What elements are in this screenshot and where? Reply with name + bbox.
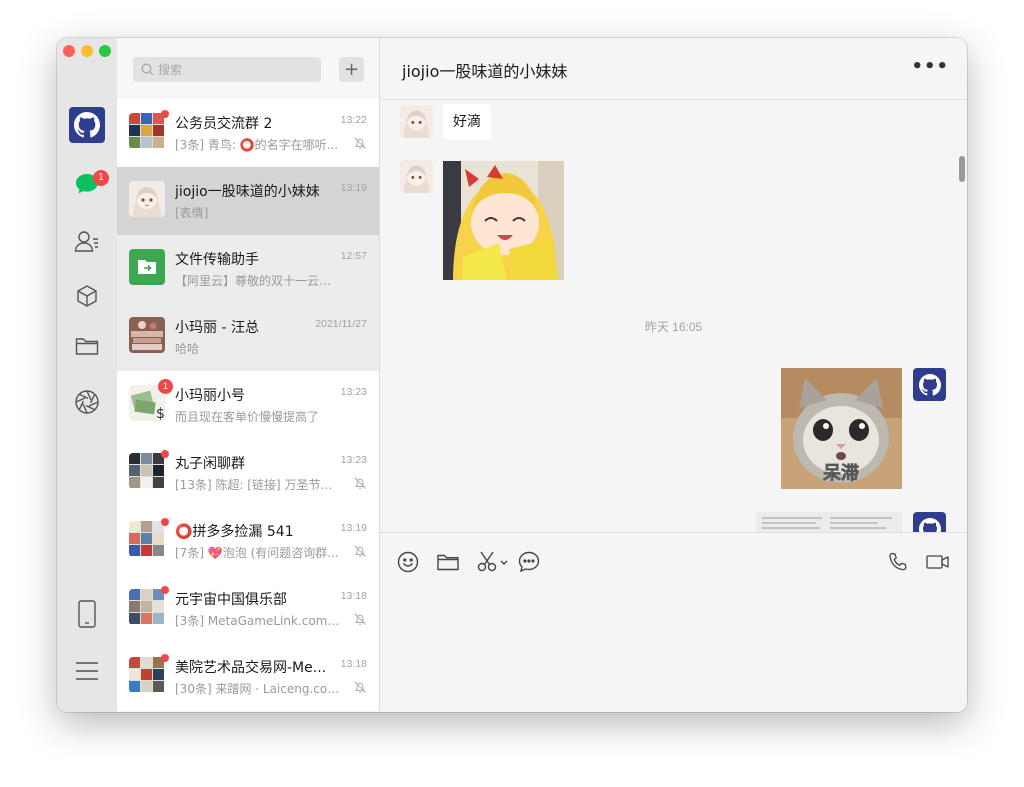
bell-off-icon <box>354 477 366 489</box>
chat-time: 13:19 <box>340 182 367 194</box>
document-image-message[interactable] <box>756 512 902 532</box>
bell-off-icon <box>354 545 366 557</box>
unread-dot <box>161 450 169 458</box>
chat-time: 13:19 <box>340 522 367 534</box>
sender-avatar[interactable] <box>400 160 433 193</box>
bell-off-icon <box>354 681 366 693</box>
chat-preview: [表情] <box>175 206 209 220</box>
chat-list: 搜索 + 公务员交流群 2 13:22 [3条] 青鸟: ⭕的名字在哪听... … <box>117 38 380 712</box>
cat-sticker-image[interactable]: 呆滞 <box>781 368 902 489</box>
bell-off-icon <box>354 137 366 149</box>
add-chat-button[interactable]: + <box>339 57 364 82</box>
github-avatar-icon[interactable] <box>913 512 946 532</box>
unread-dot <box>161 518 169 526</box>
chat-list-item[interactable]: 元宇宙中国俱乐部 13:18 [3条] MetaGameLink.com: nf… <box>117 575 379 643</box>
composer-area[interactable] <box>380 532 967 712</box>
chat-list-item[interactable]: ⭕拼多多捡漏 541 13:19 [7条] 💖泡泡 (有问题咨询群... <box>117 507 379 575</box>
contact-avatar <box>129 317 165 353</box>
message-scrollbar[interactable] <box>959 156 965 182</box>
svg-text:$: $ <box>156 406 165 421</box>
github-avatar-icon[interactable] <box>913 368 946 401</box>
chat-time: 13:18 <box>340 590 367 602</box>
chat-list-item[interactable]: 公务员交流群 2 13:22 [3条] 青鸟: ⭕的名字在哪听... <box>117 99 379 167</box>
group-avatar <box>129 657 165 693</box>
conversation-panel: jiojio一股味道的小妹妹 ••• 好滴 昨天 16:05 呆滞 <box>380 38 967 712</box>
chat-name: 小玛丽小号 <box>175 388 245 404</box>
chat-list-item[interactable]: 美院艺术品交易网-Me... 13:18 [30条] 来蹭网 · Laiceng… <box>117 643 379 711</box>
aperture-icon[interactable] <box>74 389 100 415</box>
contacts-icon[interactable] <box>74 228 100 254</box>
chat-time: 13:22 <box>340 114 367 126</box>
bell-off-icon <box>354 613 366 625</box>
message-icon[interactable] <box>517 550 541 574</box>
chat-list-item-selected[interactable]: jiojio一股味道的小妹妹 13:19 [表情] <box>117 167 379 235</box>
message-timestamp: 昨天 16:05 <box>644 320 703 334</box>
scissors-icon[interactable] <box>477 550 511 574</box>
chat-list-item[interactable]: 丸子闲聊群 13:23 [13条] 陈超: [链接] 万圣节头... <box>117 439 379 507</box>
cube-icon[interactable] <box>74 283 100 309</box>
chat-name: ⭕拼多多捡漏 541 <box>175 524 294 540</box>
video-icon[interactable] <box>926 550 950 574</box>
unread-dot <box>161 110 169 118</box>
group-avatar <box>129 113 165 149</box>
close-window-button[interactable] <box>63 45 75 57</box>
group-avatar <box>129 521 165 557</box>
phone-device-icon[interactable] <box>74 600 100 628</box>
folder-icon[interactable] <box>74 333 100 359</box>
github-avatar-icon[interactable] <box>69 107 105 143</box>
call-icon[interactable] <box>886 550 910 574</box>
sender-avatar[interactable] <box>400 105 433 138</box>
chat-name: 丸子闲聊群 <box>175 456 245 472</box>
chat-preview: [7条] 💖泡泡 (有问题咨询群... <box>175 546 339 560</box>
chat-name: 美院艺术品交易网-Me... <box>175 660 325 676</box>
chat-list-item[interactable]: 文件传输助手 12:57 【阿里云】尊敬的双十一云小宝... <box>117 235 379 303</box>
chats-unread-badge: 1 <box>93 170 109 186</box>
chat-time: 2021/11/27 <box>315 318 367 330</box>
chat-name: jiojio一股味道的小妹妹 <box>175 184 320 200</box>
search-placeholder: 搜索 <box>158 63 183 77</box>
search-icon <box>141 63 154 76</box>
unread-count-badge: 1 <box>158 379 173 394</box>
chat-preview: [3条] 青鸟: ⭕的名字在哪听... <box>175 138 339 152</box>
chat-name: 元宇宙中国俱乐部 <box>175 592 287 608</box>
menu-icon[interactable] <box>74 658 100 684</box>
more-options-button[interactable]: ••• <box>911 56 949 77</box>
chat-name: 文件传输助手 <box>175 252 259 268</box>
unread-dot <box>161 586 169 594</box>
emoji-icon[interactable] <box>396 550 420 574</box>
chat-preview: 【阿里云】尊敬的双十一云小宝... <box>175 274 343 288</box>
chat-name: 小玛丽 - 汪总 <box>175 320 259 336</box>
chat-time: 12:57 <box>340 250 367 262</box>
chat-preview: [13条] 陈超: [链接] 万圣节头... <box>175 478 343 492</box>
chat-preview: [30条] 来蹭网 · Laiceng.com:... <box>175 682 343 696</box>
chat-preview: [3条] MetaGameLink.com: nf... <box>175 614 343 628</box>
chat-time: 13:23 <box>340 454 367 466</box>
navigation-rail: 1 <box>57 38 117 712</box>
zoom-window-button[interactable] <box>99 45 111 57</box>
text-message-bubble[interactable]: 好滴 <box>443 104 491 140</box>
conversation-header: jiojio一股味道的小妹妹 ••• <box>380 38 967 100</box>
minimize-window-button[interactable] <box>81 45 93 57</box>
group-avatar <box>129 453 165 489</box>
chat-list-item[interactable]: 小玛丽 - 汪总 2021/11/27 哈哈 <box>117 303 379 371</box>
contact-avatar <box>129 181 165 217</box>
group-avatar <box>129 589 165 625</box>
wechat-window: 1 搜索 + 公务员交流群 2 13:22 [3条] 青鸟: ⭕的名字在哪听..… <box>57 38 967 712</box>
chat-time: 13:18 <box>340 658 367 670</box>
folder-icon[interactable] <box>436 550 460 574</box>
chat-time: 13:23 <box>340 386 367 398</box>
chat-preview: 而且现在客单价慢慢提高了 <box>175 410 320 424</box>
chat-name: 公务员交流群 2 <box>175 116 273 132</box>
anime-sticker-image[interactable] <box>443 161 564 280</box>
file-transfer-icon <box>129 249 165 285</box>
unread-dot <box>161 654 169 662</box>
chat-list-item[interactable]: $ 1 小玛丽小号 13:23 而且现在客单价慢慢提高了 <box>117 371 379 439</box>
chat-preview: 哈哈 <box>175 342 200 356</box>
cat-sticker-caption: 呆滞 <box>822 463 859 484</box>
search-input[interactable]: 搜索 <box>133 57 321 82</box>
conversation-title: jiojio一股味道的小妹妹 <box>402 62 568 81</box>
message-list[interactable]: 好滴 昨天 16:05 呆滞 <box>380 100 967 532</box>
